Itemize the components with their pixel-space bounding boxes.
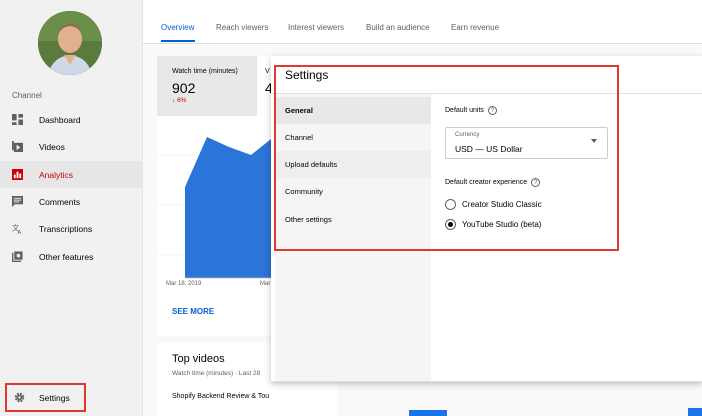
partial-chart-bar bbox=[688, 408, 702, 416]
metric-label: Watch time (minutes) bbox=[172, 68, 238, 75]
see-more-link[interactable]: SEE MORE bbox=[172, 307, 214, 316]
tab-interest-viewers[interactable]: Interest viewers bbox=[288, 23, 344, 32]
sidebar-item-label: Transcriptions bbox=[39, 223, 93, 234]
transcriptions-icon: 文A bbox=[12, 223, 23, 234]
analytics-tab-bar bbox=[143, 0, 702, 44]
annotation-highlight-box bbox=[274, 65, 619, 251]
sidebar-item-label: Comments bbox=[39, 196, 81, 207]
sidebar-item-analytics[interactable]: Analytics bbox=[0, 161, 143, 188]
tab-reach-viewers[interactable]: Reach viewers bbox=[216, 23, 268, 32]
left-sidebar: Channel Dashboard Videos Analytics Comme… bbox=[0, 0, 143, 416]
dashboard-icon bbox=[12, 114, 23, 125]
partial-chart-bar bbox=[409, 410, 447, 416]
sidebar-item-comments[interactable]: Comments bbox=[0, 188, 143, 215]
channel-avatar[interactable] bbox=[38, 11, 102, 75]
other-features-icon bbox=[12, 251, 23, 262]
sidebar-item-settings[interactable]: Settings bbox=[5, 383, 86, 412]
metric-delta: ↓ 6% bbox=[172, 97, 186, 104]
metric-value: 902 bbox=[172, 80, 196, 96]
sidebar-item-dashboard[interactable]: Dashboard bbox=[0, 106, 143, 133]
chart-area-series bbox=[185, 137, 277, 278]
sidebar-item-transcriptions[interactable]: 文A Transcriptions bbox=[0, 215, 143, 242]
active-tab-indicator bbox=[161, 40, 195, 42]
avatar-image bbox=[38, 11, 102, 75]
sidebar-item-label: Settings bbox=[39, 392, 70, 403]
sidebar-item-label: Other features bbox=[39, 251, 94, 262]
chart-x-tick-mid: Mar bbox=[260, 281, 271, 287]
top-videos-title: Top videos bbox=[172, 353, 225, 365]
videos-icon bbox=[12, 141, 23, 152]
tab-build-an-audience[interactable]: Build an audience bbox=[366, 23, 430, 32]
tab-overview[interactable]: Overview bbox=[161, 23, 194, 32]
sidebar-item-label: Videos bbox=[39, 141, 65, 152]
sidebar-item-label: Dashboard bbox=[39, 114, 81, 125]
sidebar-item-videos[interactable]: Videos bbox=[0, 133, 143, 160]
watch-time-chart bbox=[157, 137, 277, 279]
metric-delta-value: 6% bbox=[177, 97, 187, 104]
second-metric-label: V bbox=[265, 68, 270, 75]
gear-icon bbox=[14, 392, 25, 403]
comments-icon bbox=[12, 196, 23, 207]
analytics-icon bbox=[12, 169, 23, 180]
tab-earn-revenue[interactable]: Earn revenue bbox=[451, 23, 499, 32]
svg-text:A: A bbox=[18, 230, 22, 234]
top-video-row[interactable]: Shopify Backend Review & Tou bbox=[172, 393, 269, 400]
dialog-footer-divider bbox=[271, 381, 702, 382]
channel-section-label: Channel bbox=[12, 91, 42, 100]
top-videos-subtitle: Watch time (minutes) · Last 28 bbox=[172, 370, 261, 377]
chart-x-tick-start: Mar 18, 2019 bbox=[166, 281, 202, 287]
sidebar-item-other-features[interactable]: Other features bbox=[0, 243, 143, 270]
sidebar-item-label: Analytics bbox=[39, 169, 74, 180]
